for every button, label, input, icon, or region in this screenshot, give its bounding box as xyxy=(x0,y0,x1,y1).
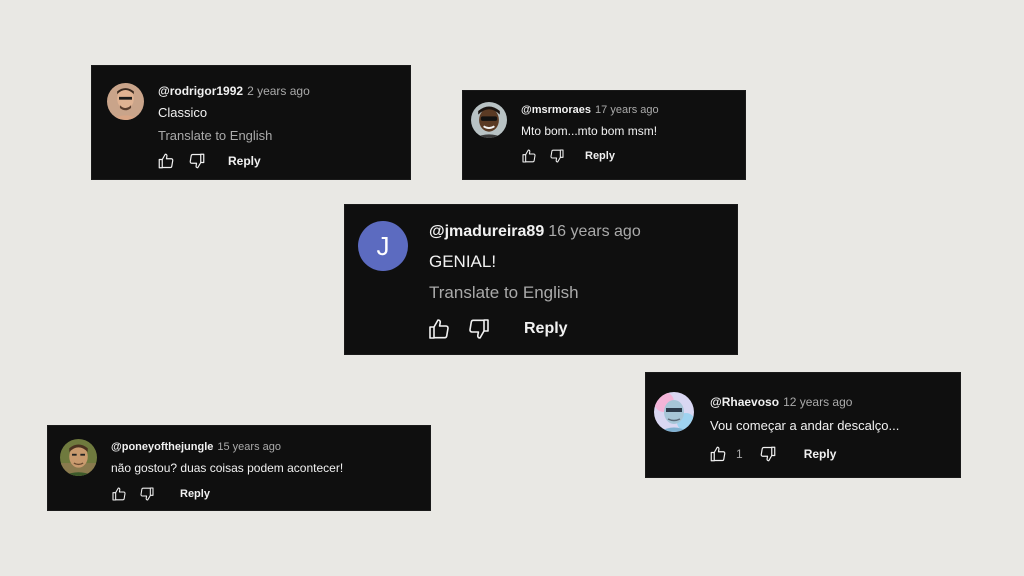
comment-actions: 1 Reply xyxy=(707,445,836,463)
username-link[interactable]: @Rhaevoso xyxy=(710,395,779,409)
dislike-button[interactable] xyxy=(186,152,208,170)
timestamp[interactable]: 2 years ago xyxy=(247,84,310,98)
reply-button[interactable]: Reply xyxy=(524,320,568,338)
thumbs-up-icon xyxy=(158,153,174,169)
like-count: 1 xyxy=(736,447,743,461)
thumbs-up-icon xyxy=(112,487,126,501)
reply-button[interactable]: Reply xyxy=(585,150,615,162)
comment-text: GENIAL! xyxy=(429,252,497,271)
thumbs-down-icon xyxy=(140,487,154,501)
comment-header: @rodrigor1992 2 years ago xyxy=(158,84,310,98)
like-button[interactable] xyxy=(155,152,177,170)
avatar[interactable] xyxy=(107,83,144,120)
comment-actions: Reply xyxy=(425,317,568,341)
comment-text: Vou começar a andar descalço... xyxy=(710,418,900,433)
like-button[interactable] xyxy=(109,486,129,502)
translate-link[interactable]: Translate to English xyxy=(158,128,272,143)
comment-header: @Rhaevoso 12 years ago xyxy=(710,395,852,409)
comment-card: @poneyofthejungle 15 years ago não gostou… xyxy=(47,425,431,511)
like-button[interactable] xyxy=(425,317,453,341)
translate-link[interactable]: Translate to English xyxy=(429,283,579,303)
dislike-button[interactable] xyxy=(757,445,779,463)
comment-card: @rodrigor1992 2 years ago Classico Transl… xyxy=(91,65,411,180)
like-button[interactable] xyxy=(519,148,539,164)
comment-actions: Reply xyxy=(519,148,615,164)
comment-text: Mto bom...mto bom msm! xyxy=(521,124,658,138)
comment-text: não gostou? duas coisas podem acontecer! xyxy=(111,461,344,475)
timestamp[interactable]: 17 years ago xyxy=(595,104,659,116)
username-link[interactable]: @jmadureira89 xyxy=(429,223,544,240)
comment-header: @poneyofthejungle 15 years ago xyxy=(111,441,281,453)
comment-header: @msrmoraes 17 years ago xyxy=(521,104,659,116)
comment-actions: Reply xyxy=(109,486,210,502)
thumbs-down-icon xyxy=(760,446,776,462)
thumbs-up-icon xyxy=(429,319,449,339)
dislike-button[interactable] xyxy=(137,486,157,502)
dislike-button[interactable] xyxy=(465,317,493,341)
comment-card: @msrmoraes 17 years ago Mto bom...mto bom… xyxy=(462,90,746,180)
timestamp[interactable]: 16 years ago xyxy=(548,223,641,240)
username-link[interactable]: @msrmoraes xyxy=(521,104,591,116)
reply-button[interactable]: Reply xyxy=(180,488,210,500)
avatar[interactable] xyxy=(654,392,694,432)
timestamp[interactable]: 12 years ago xyxy=(783,395,852,409)
username-link[interactable]: @poneyofthejungle xyxy=(111,441,213,453)
comment-actions: Reply xyxy=(155,152,261,170)
comment-header: @jmadureira89 16 years ago xyxy=(429,223,641,241)
reply-button[interactable]: Reply xyxy=(228,154,261,168)
username-link[interactable]: @rodrigor1992 xyxy=(158,84,243,98)
comment-text: Classico xyxy=(158,105,208,120)
avatar[interactable] xyxy=(60,439,97,476)
thumbs-up-icon xyxy=(710,446,726,462)
avatar-letter: J xyxy=(376,231,390,261)
timestamp[interactable]: 15 years ago xyxy=(217,441,281,453)
avatar[interactable]: J xyxy=(358,221,408,271)
thumbs-up-icon xyxy=(522,149,536,163)
dislike-button[interactable] xyxy=(547,148,567,164)
thumbs-down-icon xyxy=(189,153,205,169)
reply-button[interactable]: Reply xyxy=(804,447,837,461)
thumbs-down-icon xyxy=(550,149,564,163)
avatar[interactable] xyxy=(471,102,507,138)
comment-card: @Rhaevoso 12 years ago Vou começar a anda… xyxy=(645,372,961,478)
thumbs-down-icon xyxy=(469,319,489,339)
comment-card: J @jmadureira89 16 years ago GENIAL! Tran… xyxy=(344,204,738,355)
like-button[interactable] xyxy=(707,445,729,463)
